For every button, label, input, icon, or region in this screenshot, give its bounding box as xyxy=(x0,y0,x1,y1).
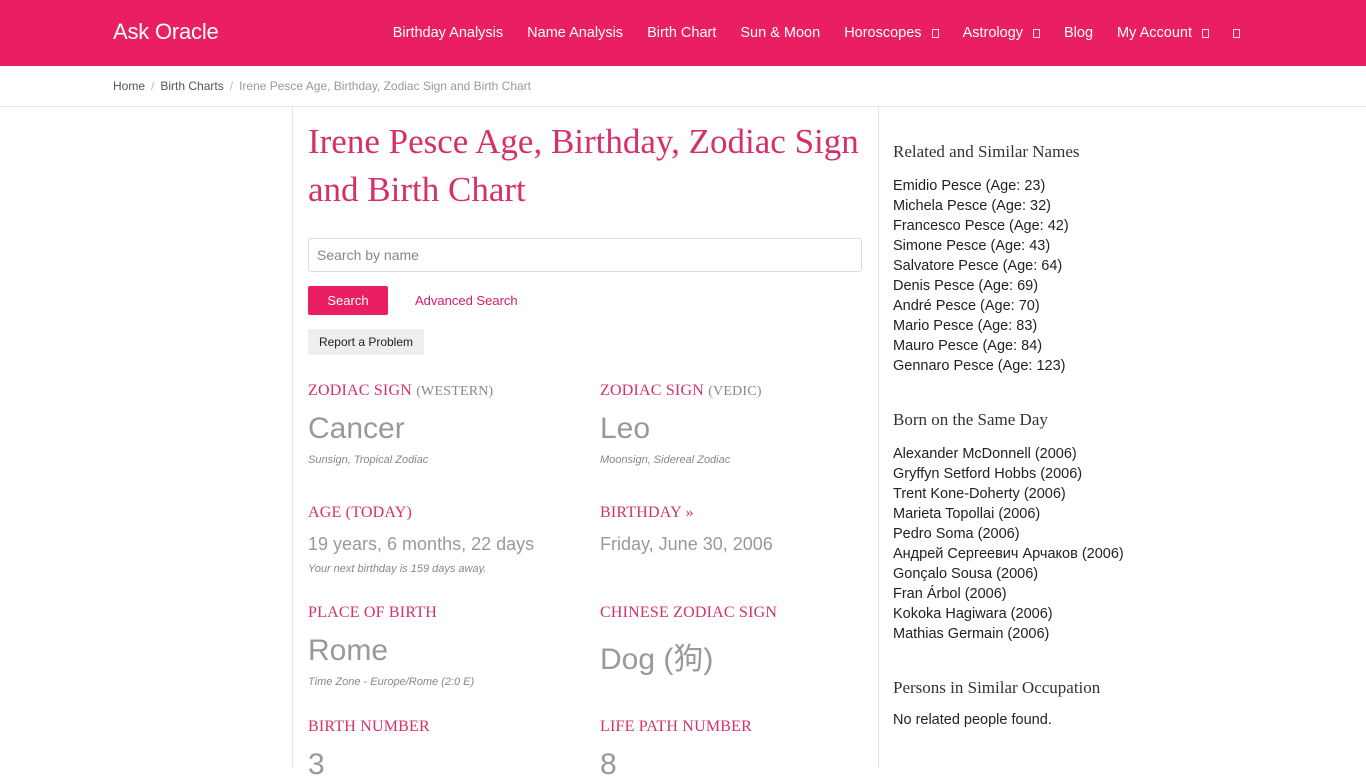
birthday-link[interactable]: BIRTHDAY » xyxy=(600,504,870,522)
related-name-link[interactable]: Mauro Pesce (Age: 84) xyxy=(893,336,1193,356)
report-problem-button[interactable]: Report a Problem xyxy=(308,329,424,355)
dropdown-icon xyxy=(931,28,939,38)
related-name-link[interactable]: Denis Pesce (Age: 69) xyxy=(893,276,1193,296)
age-label: AGE (TODAY) xyxy=(308,504,412,521)
similar-occupation-section: Persons in Similar Occupation No related… xyxy=(893,678,1193,728)
breadcrumb: Home / Birth Charts / Irene Pesce Age, Birth… xyxy=(113,79,531,93)
place-value: Rome xyxy=(308,634,389,667)
brand-logo-link[interactable]: Ask Oracle xyxy=(113,19,219,45)
life-path-value: 8 xyxy=(600,748,617,781)
same-day-list: Alexander McDonnell (2006) Gryffyn Setfo… xyxy=(893,444,1193,644)
same-day-person-link[interactable]: Gryffyn Setford Hobbs (2006) xyxy=(893,464,1193,484)
zodiac-vedic-label: ZODIAC SIGN xyxy=(600,382,704,399)
main-nav: Birthday Analysis Name Analysis Birth Ch… xyxy=(393,0,1240,66)
zodiac-western-label: ZODIAC SIGN xyxy=(308,382,412,399)
birth-number-value: 3 xyxy=(308,748,325,781)
related-name-link[interactable]: Simone Pesce (Age: 43) xyxy=(893,236,1193,256)
same-day-person-link[interactable]: Marieta Topollai (2006) xyxy=(893,504,1193,524)
breadcrumb-home[interactable]: Home xyxy=(113,79,145,93)
place-label: PLACE OF BIRTH xyxy=(308,604,437,621)
same-day-person-link[interactable]: Alexander McDonnell (2006) xyxy=(893,444,1193,464)
birthday-block: BIRTHDAY » Friday, June 30, 2006 xyxy=(600,504,870,555)
same-day-heading: Born on the Same Day xyxy=(893,410,1048,429)
chinese-zodiac-block: CHINESE ZODIAC SIGN Dog (狗) xyxy=(600,604,870,678)
related-name-link[interactable]: Emidio Pesce (Age: 23) xyxy=(893,176,1193,196)
chinese-zodiac-value: Dog (狗) xyxy=(600,643,714,676)
age-note: Your next birthday is 159 days away. xyxy=(308,563,487,575)
zodiac-western-block: ZODIAC SIGN (WESTERN) Cancer Sunsign, Tr… xyxy=(308,382,578,466)
chinese-zodiac-label: CHINESE ZODIAC SIGN xyxy=(600,604,778,621)
same-day-person-link[interactable]: Trent Kone-Doherty (2006) xyxy=(893,484,1193,504)
nav-astrology[interactable]: Astrology xyxy=(963,25,1041,41)
similar-occupation-heading: Persons in Similar Occupation xyxy=(893,678,1101,697)
same-day-person-link[interactable]: Андрей Сергеевич Арчаков (2006) xyxy=(893,544,1193,564)
same-day-person-link[interactable]: Kokoka Hagiwara (2006) xyxy=(893,604,1193,624)
same-day-person-link[interactable]: Fran Árbol (2006) xyxy=(893,584,1193,604)
page-title: Irene Pesce Age, Birthday, Zodiac Sign a… xyxy=(308,122,859,209)
search-button[interactable]: Search xyxy=(308,286,388,315)
breadcrumb-bar: Home / Birth Charts / Irene Pesce Age, Birth… xyxy=(0,66,1366,107)
same-day-person-link[interactable]: Mathias Germain (2006) xyxy=(893,624,1193,644)
similar-occupation-empty: No related people found. xyxy=(893,712,1052,728)
top-navbar: Ask Oracle Birthday Analysis Name Analys… xyxy=(0,0,1366,66)
search-icon xyxy=(1233,28,1240,38)
related-name-link[interactable]: Francesco Pesce (Age: 42) xyxy=(893,216,1193,236)
nav-name-analysis[interactable]: Name Analysis xyxy=(527,25,623,41)
life-path-label: LIFE PATH NUMBER xyxy=(600,718,752,735)
age-block: AGE (TODAY) 19 years, 6 months, 22 days … xyxy=(308,504,578,575)
nav-my-account[interactable]: My Account xyxy=(1117,25,1209,41)
nav-search-toggle[interactable] xyxy=(1233,28,1240,38)
zodiac-vedic-block: ZODIAC SIGN (VEDIC) Leo Moonsign, Sidere… xyxy=(600,382,870,466)
search-input[interactable] xyxy=(308,238,862,272)
nav-horoscopes[interactable]: Horoscopes xyxy=(844,25,939,41)
zodiac-western-value: Cancer xyxy=(308,412,405,445)
same-day-person-link[interactable]: Gonçalo Sousa (2006) xyxy=(893,564,1193,584)
breadcrumb-current: Irene Pesce Age, Birthday, Zodiac Sign a… xyxy=(239,79,531,93)
related-name-link[interactable]: Michela Pesce (Age: 32) xyxy=(893,196,1193,216)
place-note: Time Zone - Europe/Rome (2:0 E) xyxy=(308,676,475,688)
place-block: PLACE OF BIRTH Rome Time Zone - Europe/R… xyxy=(308,604,578,688)
breadcrumb-birth-charts[interactable]: Birth Charts xyxy=(160,79,223,93)
dropdown-icon xyxy=(1033,28,1041,38)
related-name-link[interactable]: Mario Pesce (Age: 83) xyxy=(893,316,1193,336)
birth-number-label: BIRTH NUMBER xyxy=(308,718,430,735)
same-day-section: Born on the Same Day Alexander McDonnell… xyxy=(893,410,1193,644)
zodiac-vedic-note: Moonsign, Sidereal Zodiac xyxy=(600,454,731,466)
related-names-heading: Related and Similar Names xyxy=(893,142,1080,161)
related-names-section: Related and Similar Names Emidio Pesce (… xyxy=(893,142,1193,376)
related-name-link[interactable]: André Pesce (Age: 70) xyxy=(893,296,1193,316)
nav-birthday-analysis[interactable]: Birthday Analysis xyxy=(393,25,503,41)
related-name-link[interactable]: Gennaro Pesce (Age: 123) xyxy=(893,356,1193,376)
dropdown-icon xyxy=(1202,28,1209,38)
birthday-value: Friday, June 30, 2006 xyxy=(600,534,773,554)
advanced-search-link[interactable]: Advanced Search xyxy=(415,293,518,308)
life-path-block: LIFE PATH NUMBER 8 xyxy=(600,718,870,782)
same-day-person-link[interactable]: Pedro Soma (2006) xyxy=(893,524,1193,544)
birth-number-block: BIRTH NUMBER 3 xyxy=(308,718,578,782)
related-name-link[interactable]: Salvatore Pesce (Age: 64) xyxy=(893,256,1193,276)
zodiac-vedic-value: Leo xyxy=(600,412,651,445)
zodiac-western-note: Sunsign, Tropical Zodiac xyxy=(308,454,429,466)
nav-sun-moon[interactable]: Sun & Moon xyxy=(740,25,820,41)
related-names-list: Emidio Pesce (Age: 23) Michela Pesce (Ag… xyxy=(893,176,1193,376)
age-value: 19 years, 6 months, 22 days xyxy=(308,534,535,554)
nav-blog[interactable]: Blog xyxy=(1064,25,1093,41)
nav-birth-chart[interactable]: Birth Chart xyxy=(647,25,716,41)
